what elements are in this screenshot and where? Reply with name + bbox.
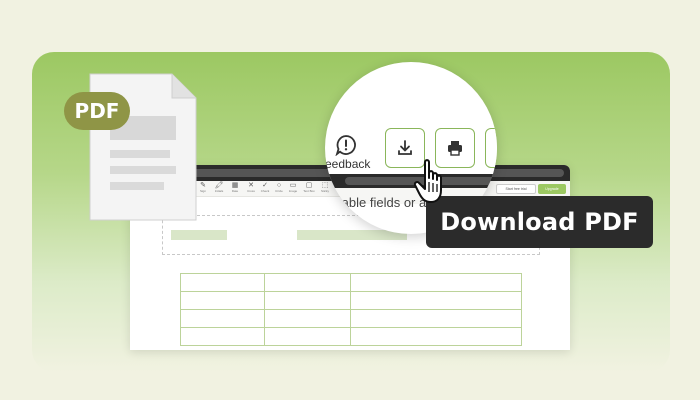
table-cell[interactable]: [350, 327, 522, 346]
table-row: [180, 327, 522, 346]
table-row: [180, 309, 522, 328]
tool-text-box[interactable]: ▢ Text Box: [302, 182, 316, 196]
field-placeholder: [171, 230, 227, 240]
table-cell[interactable]: [350, 291, 522, 310]
feedback-icon[interactable]: [335, 134, 357, 156]
table-cell[interactable]: [350, 273, 522, 292]
download-icon: [398, 140, 412, 155]
download-pdf-tooltip: Download PDF: [426, 196, 653, 248]
table-cell[interactable]: [180, 273, 265, 292]
table-row: [180, 291, 522, 310]
tool-image[interactable]: ▭ Image: [286, 182, 300, 196]
more-button[interactable]: [485, 128, 497, 168]
upgrade-button[interactable]: Upgrade: [538, 184, 566, 194]
start-free-trial-button[interactable]: Start free trial: [496, 184, 536, 194]
table-row: [180, 273, 522, 292]
tool-initials[interactable]: 🖍 Initials: [212, 182, 226, 196]
table-cell[interactable]: [180, 291, 265, 310]
tool-cross[interactable]: ✕ Cross: [244, 182, 258, 196]
table-cell[interactable]: [264, 309, 351, 328]
magnified-title-bar: [325, 174, 497, 188]
table-cell[interactable]: [180, 309, 265, 328]
pdf-badge: PDF: [64, 92, 130, 130]
tool-date[interactable]: ▦ Date: [228, 182, 242, 196]
form-table: [180, 273, 522, 346]
table-cell[interactable]: [264, 273, 351, 292]
tool-circle[interactable]: ○ Circle: [272, 182, 286, 196]
feedback-label: eedback: [325, 157, 371, 171]
tool-check[interactable]: ✓ Check: [258, 182, 272, 196]
printer-icon: [448, 141, 462, 156]
hand-cursor-icon: [413, 159, 442, 203]
table-cell[interactable]: [264, 327, 351, 346]
table-cell[interactable]: [180, 327, 265, 346]
table-cell[interactable]: [350, 309, 522, 328]
table-cell[interactable]: [264, 291, 351, 310]
